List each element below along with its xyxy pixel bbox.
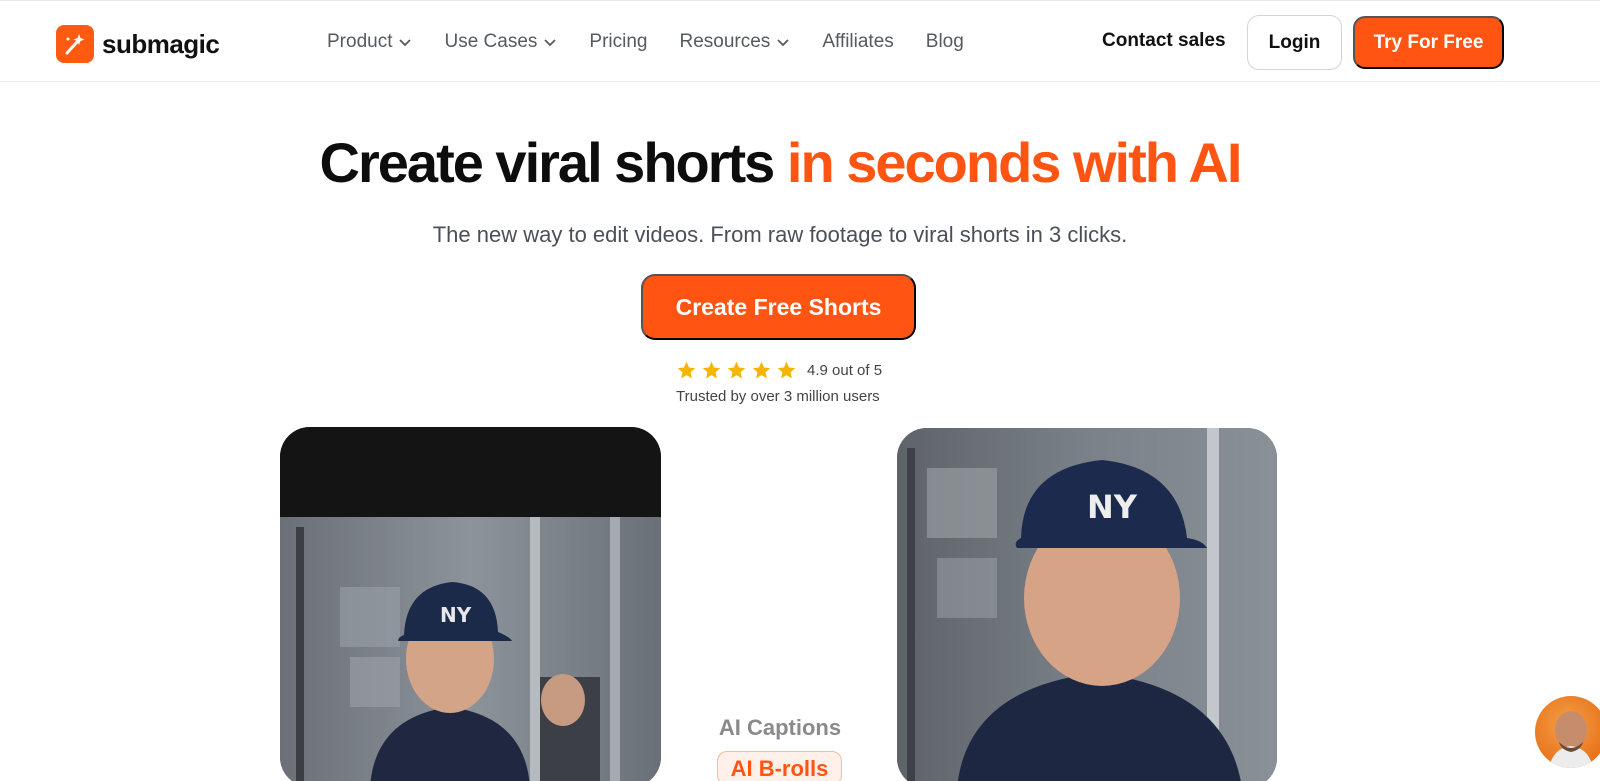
login-button[interactable]: Login (1247, 15, 1342, 70)
star-icon (677, 361, 696, 379)
nav-item-resources[interactable]: Resources (679, 31, 790, 53)
nav-item-label: Use Cases (444, 31, 538, 52)
chevron-down-icon (777, 39, 789, 47)
top-navigation-bar: submagic Product Use Cases Pricing Resou… (0, 0, 1600, 82)
star-icon (727, 361, 746, 379)
feature-badge-ai-brolls: AI B-rolls (717, 751, 842, 781)
hero-subheadline: The new way to edit videos. From raw foo… (432, 222, 1128, 247)
chevron-down-icon (399, 39, 412, 47)
star-icon (777, 361, 796, 379)
main-nav: Product Use Cases Pricing Resources Affi… (327, 31, 996, 53)
nav-item-affiliates[interactable]: Affiliates (822, 31, 893, 53)
chevron-down-icon (544, 39, 557, 47)
nav-item-pricing[interactable]: Pricing (589, 31, 647, 53)
star-icon (702, 361, 721, 379)
magic-wand-icon (56, 25, 94, 63)
feature-label-ai-captions: AI Captions (718, 715, 842, 740)
nav-item-blog[interactable]: Blog (926, 31, 964, 53)
nav-item-label: Resources (679, 31, 771, 52)
nav-item-label: Product (327, 31, 393, 52)
chat-avatar-icon[interactable] (1535, 696, 1600, 768)
rating-text: 4.9 out of 5 (807, 362, 883, 379)
hero-headline: Create viral shorts in seconds with AI (0, 130, 1560, 195)
trusted-by-text: Trusted by over 3 million users (676, 388, 880, 405)
contact-sales-link[interactable]: Contact sales (1102, 30, 1226, 52)
video-preview-original[interactable]: NY (280, 427, 661, 781)
nav-item-label: Blog (925, 31, 964, 52)
svg-text:NY: NY (1087, 488, 1138, 526)
star-icon (752, 361, 771, 379)
brand-name: submagic (102, 28, 220, 59)
nav-item-product[interactable]: Product (327, 31, 412, 53)
headline-main: Create viral shorts (319, 131, 787, 194)
headline-accent: in seconds with AI (786, 131, 1243, 194)
brand-logo[interactable]: submagic (56, 25, 220, 63)
nav-item-label: Affiliates (822, 31, 894, 52)
try-for-free-button[interactable]: Try For Free (1353, 16, 1504, 69)
nav-item-use-cases[interactable]: Use Cases (444, 31, 557, 53)
nav-item-label: Pricing (589, 31, 648, 52)
video-preview-edited[interactable]: NY (897, 428, 1277, 781)
create-free-shorts-button[interactable]: Create Free Shorts (641, 274, 916, 340)
svg-text:NY: NY (440, 603, 472, 627)
rating-stars: 4.9 out of 5 (676, 360, 882, 381)
